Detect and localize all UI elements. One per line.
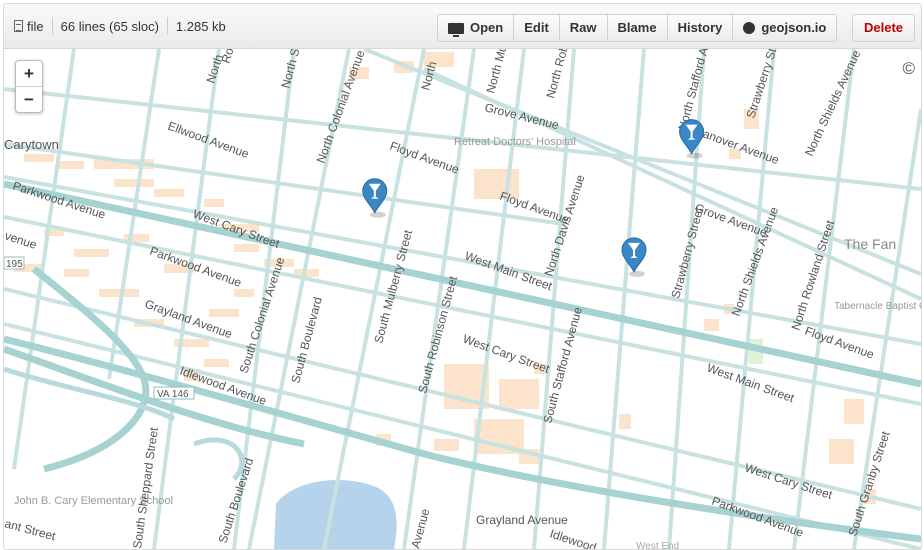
open-label: Open [470,20,504,35]
open-button[interactable]: Open [438,15,513,41]
zoom-control: + − [15,60,43,113]
line-count: 66 lines (65 sloc) [60,18,159,34]
delete-button[interactable]: Delete [852,14,916,42]
divider [51,17,53,35]
street-label: Grayland Avenue [476,513,568,527]
file-header: file 66 lines (65 sloc) 1.285 kb Open Ed… [4,4,921,49]
globe-icon [743,22,756,34]
file-size: 1.285 kb [175,18,226,34]
divider [166,17,168,35]
desktop-icon [448,22,464,37]
zoom-in-button[interactable]: + [16,61,42,87]
marker-shadow [369,211,386,218]
file-label: file [27,18,44,34]
poi-label-hospital: Retreat Doctors' Hospital [454,136,576,148]
file-icon [14,20,23,32]
neighborhood-label-the-fan: The Fan [844,236,896,252]
highway-shield-195-label: 195 [6,259,23,270]
file-actions: Open Edit Raw Blame History geojson.io [437,14,838,42]
highway-shield-va146-label: VA 146 [157,389,189,400]
history-button[interactable]: History [666,15,733,41]
marker-shadow [686,152,703,159]
blame-button[interactable]: Blame [606,15,667,41]
attribution-icon[interactable]: © [902,59,915,79]
geojson-io-button[interactable]: geojson.io [732,15,836,41]
street-label: West End [636,541,679,549]
geojson-label: geojson.io [761,20,827,35]
neighborhood-label-carytown: Carytown [4,137,59,152]
marker-shadow [629,270,645,277]
zoom-out-button[interactable]: − [16,87,42,112]
edit-button[interactable]: Edit [513,15,559,41]
map-view[interactable]: 195 VA 146 Carytown The Fan Retreat Doct… [4,49,921,549]
poi-label-tabernacle: Tabernacle Baptist Church [834,301,921,312]
file-view: file 66 lines (65 sloc) 1.285 kb Open Ed… [3,3,922,550]
raw-button[interactable]: Raw [558,15,607,41]
file-meta: file 66 lines (65 sloc) 1.285 kb [14,4,226,48]
map-canvas[interactable]: 195 VA 146 Carytown The Fan Retreat Doct… [4,49,921,549]
